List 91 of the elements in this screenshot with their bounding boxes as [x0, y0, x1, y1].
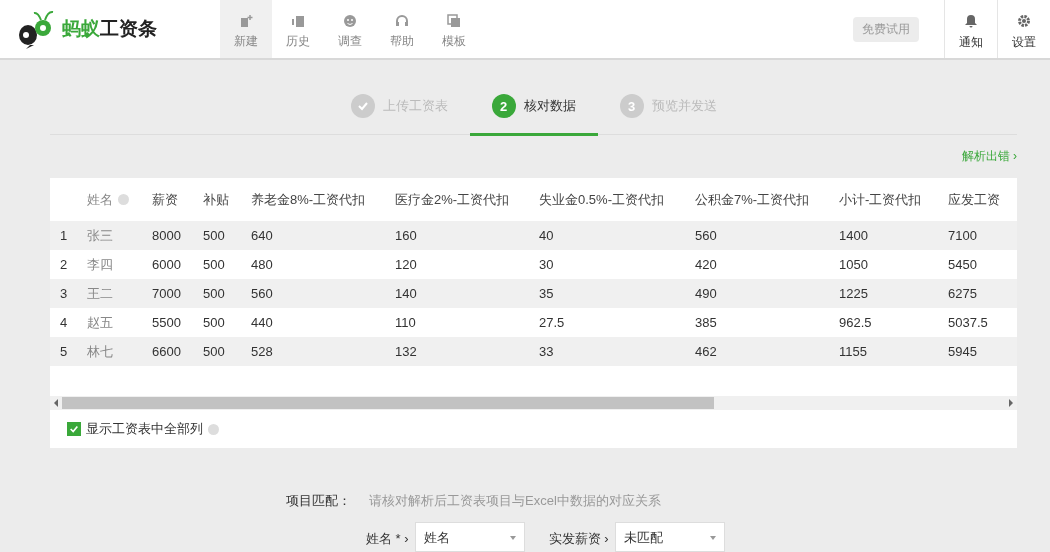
scroll-right-icon[interactable] — [1009, 399, 1013, 407]
nav-tab[interactable]: 历史 — [272, 0, 324, 58]
table-cell-text: 7000 — [152, 286, 182, 301]
column-header: 姓名 — [87, 190, 113, 209]
bell-icon — [964, 13, 978, 28]
table-cell-text: 6600 — [152, 344, 182, 359]
table-cell-text: 6000 — [152, 257, 182, 272]
table-cell-text: 35 — [539, 286, 555, 301]
table-cell-text: 500 — [203, 315, 226, 330]
table-cell-text: 500 — [203, 344, 226, 359]
check-icon — [356, 100, 369, 112]
info-icon — [118, 194, 129, 205]
table-cell-text: 1155 — [839, 344, 868, 359]
column-header: 公积金7%-工资代扣 — [695, 190, 810, 209]
pages-icon — [447, 14, 461, 28]
brand-name: 蚂蚁工资条 — [62, 17, 157, 41]
table-cell-text: 林七 — [87, 342, 114, 361]
table-cell-text: 160 — [395, 228, 418, 243]
new-document-icon — [239, 14, 253, 28]
horizontal-scrollbar[interactable] — [50, 396, 1017, 410]
table-cell-text: 2 — [59, 257, 69, 272]
table-cell-text: 440 — [251, 315, 274, 330]
column-header: 补贴 — [203, 190, 229, 209]
table-cell-text: 5500 — [152, 315, 182, 330]
checkbox[interactable] — [67, 422, 81, 436]
settings-icon — [1017, 13, 1031, 28]
caret-icon — [509, 536, 516, 540]
field-label: 姓名 * › — [366, 530, 409, 548]
table-cell-text: 5450 — [948, 257, 978, 272]
table-cell-text: 李四 — [87, 255, 114, 274]
table-cell-text: 640 — [251, 228, 274, 243]
table-cell-text: 560 — [695, 228, 718, 243]
scroll-left-icon[interactable] — [54, 399, 58, 407]
field-label: 实发薪资 › — [548, 530, 609, 548]
table-cell-text: 528 — [251, 344, 274, 359]
table-cell-text: 500 — [203, 228, 226, 243]
parse-error-link[interactable]: 解析出错 › — [961, 148, 1017, 165]
checkbox-label[interactable]: 显示工资表中全部列 — [86, 420, 203, 438]
table-cell-text: 110 — [395, 315, 417, 330]
table-cell-text: 132 — [395, 344, 418, 359]
column-header: 应发工资 — [948, 190, 1000, 209]
column-header: 养老金8%-工资代扣 — [251, 190, 366, 209]
table-cell-text: 490 — [695, 286, 718, 301]
table-cell-text: 500 — [203, 286, 226, 301]
table-cell-text: 385 — [695, 315, 718, 330]
nav-tab[interactable]: 新建 — [220, 0, 272, 58]
table-cell-text: 462 — [695, 344, 718, 359]
bars-icon — [291, 14, 305, 28]
matching-hint: 请核对解析后工资表项目与Excel中数据的对应关系 — [369, 492, 661, 510]
table-cell-text: 张三 — [87, 226, 114, 245]
table-cell-text: 140 — [395, 286, 418, 301]
headset-icon — [395, 14, 409, 28]
select-field[interactable]: 姓名 — [414, 522, 525, 552]
table-cell-text: 5 — [59, 344, 69, 359]
table-cell-text: 6275 — [948, 286, 978, 301]
table-cell-text: 30 — [539, 257, 555, 272]
table-cell-text: 赵五 — [87, 313, 114, 332]
column-header: 失业金0.5%-工资代扣 — [539, 190, 664, 209]
nav-tab[interactable]: 帮助 — [376, 0, 428, 58]
table-cell-text: 8000 — [152, 228, 182, 243]
select-field[interactable]: 未匹配 — [614, 522, 725, 552]
table-cell-text: 560 — [251, 286, 274, 301]
table-cell-text: 1225 — [839, 286, 869, 301]
table-cell-text: 5037.5 — [948, 315, 989, 330]
check-icon — [69, 424, 79, 434]
table-cell-text: 480 — [251, 257, 274, 272]
table-cell-text: 王二 — [87, 284, 114, 303]
step-tab[interactable]: 2 核对数据 — [469, 94, 598, 136]
table-cell-text: 4 — [59, 315, 69, 330]
table-cell-text: 3 — [59, 286, 69, 301]
nav-tab[interactable]: 调查 — [324, 0, 376, 58]
table-cell-text: 27.5 — [539, 315, 566, 330]
column-header: 医疗金2%-工资代扣 — [395, 190, 510, 209]
matching-label: 项目匹配： — [286, 492, 351, 510]
smiley-icon — [343, 14, 357, 28]
column-header: 小计-工资代扣 — [839, 190, 922, 209]
table-cell-text: 1 — [59, 228, 69, 243]
table-cell-text: 7100 — [948, 228, 978, 243]
table-cell-text: 1050 — [839, 257, 869, 272]
table-cell-text: 40 — [539, 228, 555, 243]
table-cell-text: 420 — [695, 257, 718, 272]
table-cell-text: 500 — [203, 257, 226, 272]
table-cell-text: 5945 — [948, 344, 978, 359]
table-cell-text: 962.5 — [839, 315, 873, 330]
table-cell-text: 120 — [395, 257, 418, 272]
info-icon — [208, 423, 219, 435]
column-header: 薪资 — [152, 190, 178, 209]
table-cell-text: 1400 — [839, 228, 869, 243]
nav-tab[interactable]: 模板 — [428, 0, 480, 58]
table-cell-text: 33 — [539, 344, 555, 359]
caret-icon — [709, 536, 716, 540]
